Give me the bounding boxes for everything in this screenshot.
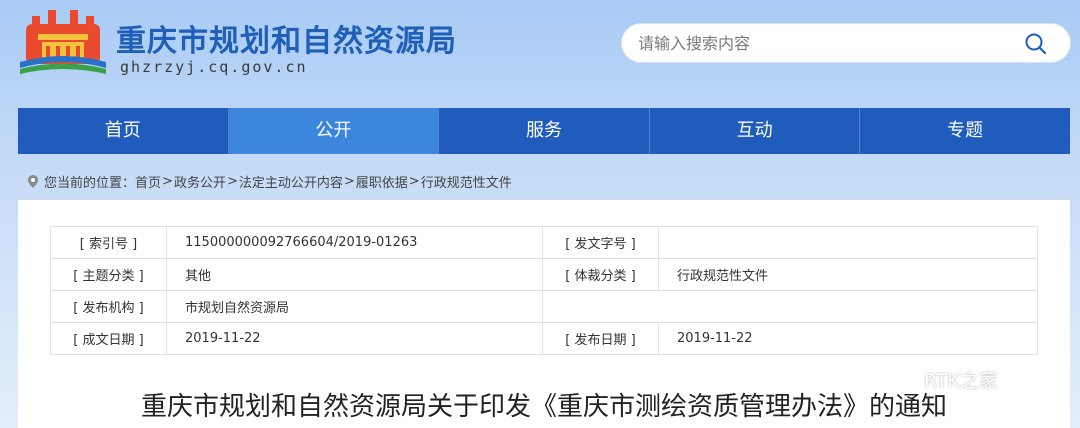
site-logo[interactable] (18, 6, 108, 78)
site-domain: ghzrzyj.cq.gov.cn (120, 58, 308, 76)
watermark-text: RTK之家 (924, 370, 998, 392)
search-box (621, 23, 1071, 63)
org-value: 市规划自然资源局 (166, 290, 543, 323)
location-pin-icon (28, 175, 38, 188)
wechat-icon (892, 369, 918, 390)
main-nav: 首页 公开 服务 互动 专题 (18, 108, 1070, 154)
docno-label: [ 发文字号 ] (542, 226, 659, 259)
table-row: [ 主题分类 ] 其他 [ 体裁分类 ] 行政规范性文件 (50, 258, 1038, 291)
site-header: 重庆市规划和自然资源局 ghzrzyj.cq.gov.cn (0, 0, 1080, 100)
breadcrumb-item-normative-docs[interactable]: 行政规范性文件 (421, 172, 512, 191)
nav-item-interaction[interactable]: 互动 (650, 108, 861, 154)
watermark: RTK之家 (892, 366, 998, 393)
nav-item-home[interactable]: 首页 (18, 108, 229, 154)
topic-label: [ 主题分类 ] (50, 258, 167, 291)
table-row: [ 成文日期 ] 2019-11-22 [ 发布日期 ] 2019-11-22 (50, 322, 1038, 355)
nav-item-topics[interactable]: 专题 (860, 108, 1070, 154)
empty-cell (542, 290, 1038, 323)
table-row: [ 索引号 ] 115000000092766604/2019-01263 [ … (50, 226, 1038, 259)
breadcrumb-prefix: 您当前的位置： (44, 176, 136, 191)
created-date-label: [ 成文日期 ] (50, 322, 167, 355)
breadcrumb: 您当前的位置： 首页 > 政务公开 > 法定主动公开内容 > 履职依据 > 行政… (28, 172, 512, 191)
genre-label: [ 体裁分类 ] (542, 258, 659, 291)
search-input[interactable] (638, 24, 1008, 62)
org-label: [ 发布机构 ] (50, 290, 167, 323)
breadcrumb-separator: > (226, 174, 238, 189)
table-row: [ 发布机构 ] 市规划自然资源局 (50, 290, 1038, 323)
docno-value (658, 226, 1038, 259)
published-date-label: [ 发布日期 ] (542, 322, 659, 355)
breadcrumb-separator: > (162, 174, 173, 189)
genre-value: 行政规范性文件 (658, 258, 1038, 291)
index-label: [ 索引号 ] (50, 226, 167, 259)
published-date-value: 2019-11-22 (658, 322, 1038, 355)
breadcrumb-item-gov-public[interactable]: 政务公开 (174, 172, 226, 191)
breadcrumb-item-statutory[interactable]: 法定主动公开内容 (239, 172, 343, 191)
content-panel: [ 索引号 ] 115000000092766604/2019-01263 [ … (18, 200, 1070, 428)
nav-item-public[interactable]: 公开 (228, 108, 440, 154)
nav-item-service[interactable]: 服务 (439, 108, 650, 154)
breadcrumb-separator: > (408, 174, 420, 189)
topic-value: 其他 (166, 258, 543, 291)
breadcrumb-item-home[interactable]: 首页 (135, 172, 161, 191)
search-icon[interactable] (1024, 32, 1048, 56)
index-value: 115000000092766604/2019-01263 (166, 226, 543, 259)
breadcrumb-item-duty-basis[interactable]: 履职依据 (356, 172, 408, 191)
breadcrumb-separator: > (343, 174, 355, 189)
site-title[interactable]: 重庆市规划和自然资源局 (116, 16, 457, 60)
created-date-value: 2019-11-22 (166, 322, 543, 355)
document-meta-table: [ 索引号 ] 115000000092766604/2019-01263 [ … (50, 226, 1038, 355)
